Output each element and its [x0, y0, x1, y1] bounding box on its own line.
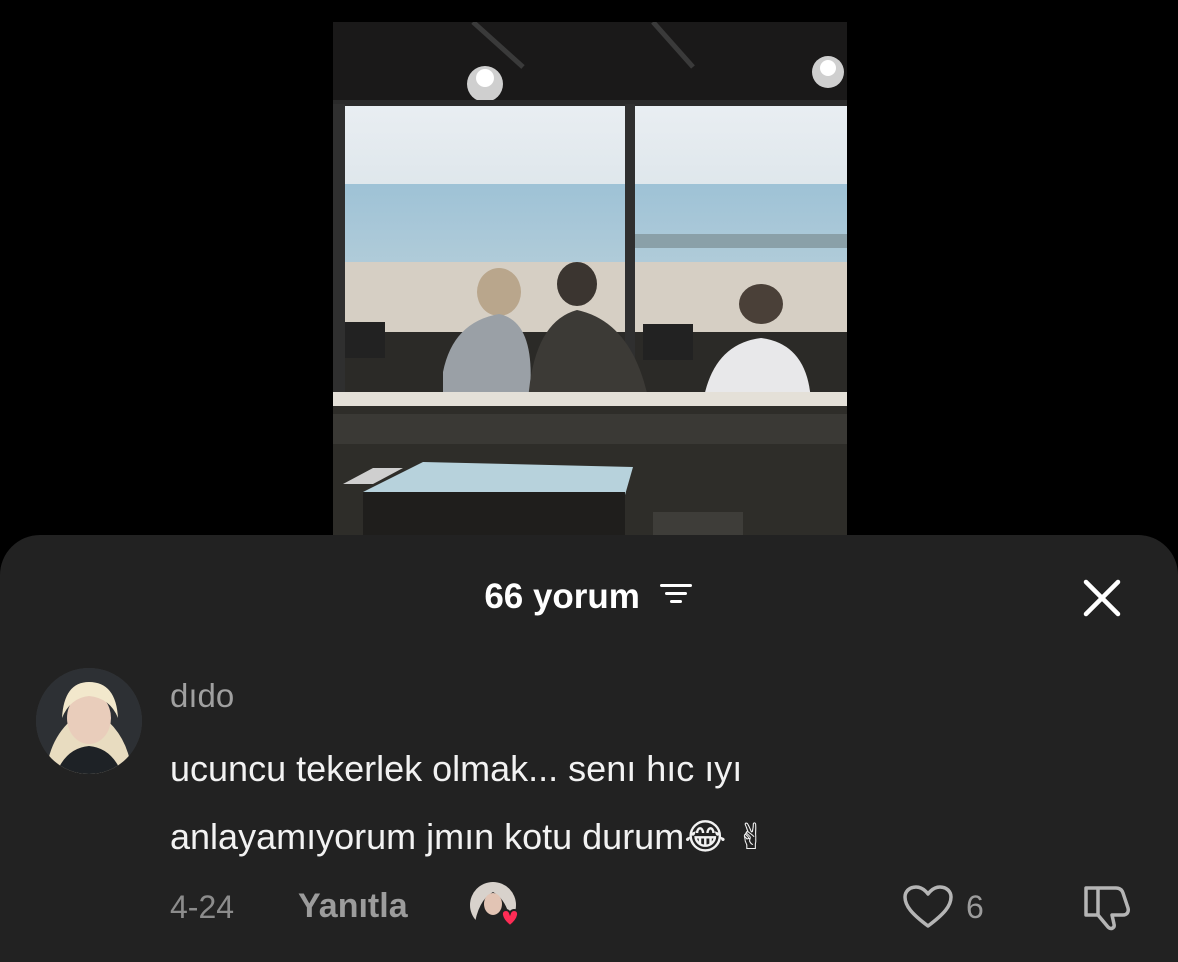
- dislike-button[interactable]: [1080, 882, 1134, 937]
- like-count: 6: [966, 889, 984, 925]
- reply-button[interactable]: Yanıtla: [298, 884, 408, 928]
- close-button[interactable]: [1078, 574, 1126, 622]
- filter-icon[interactable]: [658, 573, 694, 621]
- comment-text-line-2: anlayamıyorum jmın kotu durum😂 ✌: [170, 803, 1070, 872]
- comment-text-line-1: ucuncu tekerlek olmak... senı hıc ıyı: [170, 748, 743, 789]
- like-button[interactable]: [902, 884, 954, 935]
- video-frame-image: [333, 22, 847, 542]
- video-preview[interactable]: [333, 22, 847, 542]
- comment-text-line-2-text: anlayamıyorum jmın kotu durum: [170, 816, 685, 857]
- comments-header: 66 yorum: [0, 571, 1178, 621]
- creator-liked-avatar: [470, 882, 520, 928]
- thumbs-down-icon: [1084, 886, 1130, 931]
- victory-hand-emoji: ✌: [736, 817, 767, 858]
- close-icon: [1083, 579, 1121, 617]
- commenter-avatar[interactable]: [36, 668, 142, 774]
- comment-date: 4-24: [170, 889, 235, 925]
- comment-username[interactable]: dıdo: [170, 675, 234, 717]
- heart-outline-icon: [903, 885, 953, 928]
- comment-text: ucuncu tekerlek olmak... senı hıc ıyı an…: [170, 735, 1070, 872]
- comment-count-title: 66 yorum: [484, 576, 640, 616]
- laughing-emoji: 😂: [684, 817, 727, 858]
